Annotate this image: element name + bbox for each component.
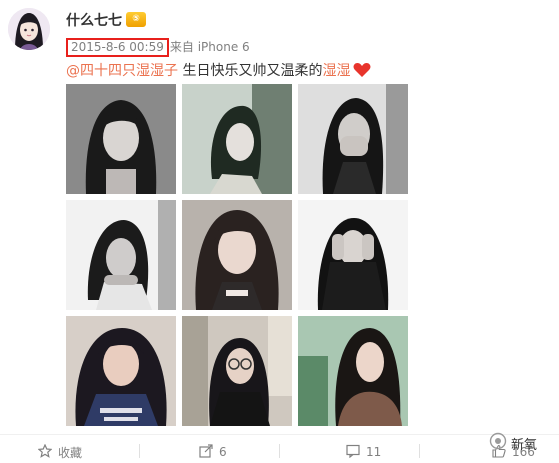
- watermark-logo-icon: [489, 432, 507, 454]
- photo-3[interactable]: [298, 84, 408, 194]
- footer-divider: [0, 434, 559, 435]
- star-icon: [37, 443, 53, 461]
- photo-7[interactable]: [66, 316, 176, 426]
- weibo-post: 什么七七 ⑤ 2015-8-6 00:59 来自 iPhone 6 @四十四只湿湿…: [0, 0, 559, 463]
- action-bar: 收藏 6 11 166: [0, 438, 559, 463]
- post-text: @四十四只湿湿子 生日快乐又帅又温柔的湿湿: [66, 60, 371, 82]
- vip-badge-icon[interactable]: ⑤: [126, 12, 146, 27]
- avatar-illustration: [8, 8, 50, 50]
- photo-4[interactable]: [66, 200, 176, 310]
- photo-5[interactable]: [182, 200, 292, 310]
- repost-icon: [199, 443, 213, 461]
- photo-1[interactable]: [66, 84, 176, 194]
- repost-button[interactable]: 6: [199, 443, 227, 461]
- comment-button[interactable]: 11: [346, 444, 381, 460]
- post-timestamp[interactable]: 2015-8-6 00:59: [66, 38, 169, 57]
- username[interactable]: 什么七七: [66, 10, 122, 30]
- watermark-text: 新氧: [510, 437, 537, 453]
- highlight-text[interactable]: 湿湿: [322, 63, 350, 79]
- favorite-label: 收藏: [58, 445, 83, 460]
- post-text-body: 生日快乐又帅又温柔的: [178, 63, 323, 79]
- comment-count: 11: [366, 445, 382, 459]
- separator: [279, 444, 280, 458]
- photo-2[interactable]: [182, 84, 292, 194]
- avatar[interactable]: [8, 8, 50, 50]
- post-meta: 2015-8-6 00:59 来自 iPhone 6: [66, 38, 250, 57]
- heart-icon: [353, 62, 371, 82]
- repost-count: 6: [219, 445, 227, 459]
- photo-grid: [66, 84, 408, 426]
- post-source[interactable]: 来自 iPhone 6: [170, 38, 250, 55]
- separator: [419, 444, 420, 458]
- photo-9[interactable]: [298, 316, 408, 426]
- separator: [139, 444, 140, 458]
- photo-6[interactable]: [298, 200, 408, 310]
- watermark: 新氧: [489, 432, 537, 454]
- favorite-button[interactable]: 收藏: [37, 443, 83, 461]
- comment-icon: [346, 444, 360, 461]
- mention-link[interactable]: @四十四只湿湿子: [66, 63, 178, 79]
- photo-8[interactable]: [182, 316, 292, 426]
